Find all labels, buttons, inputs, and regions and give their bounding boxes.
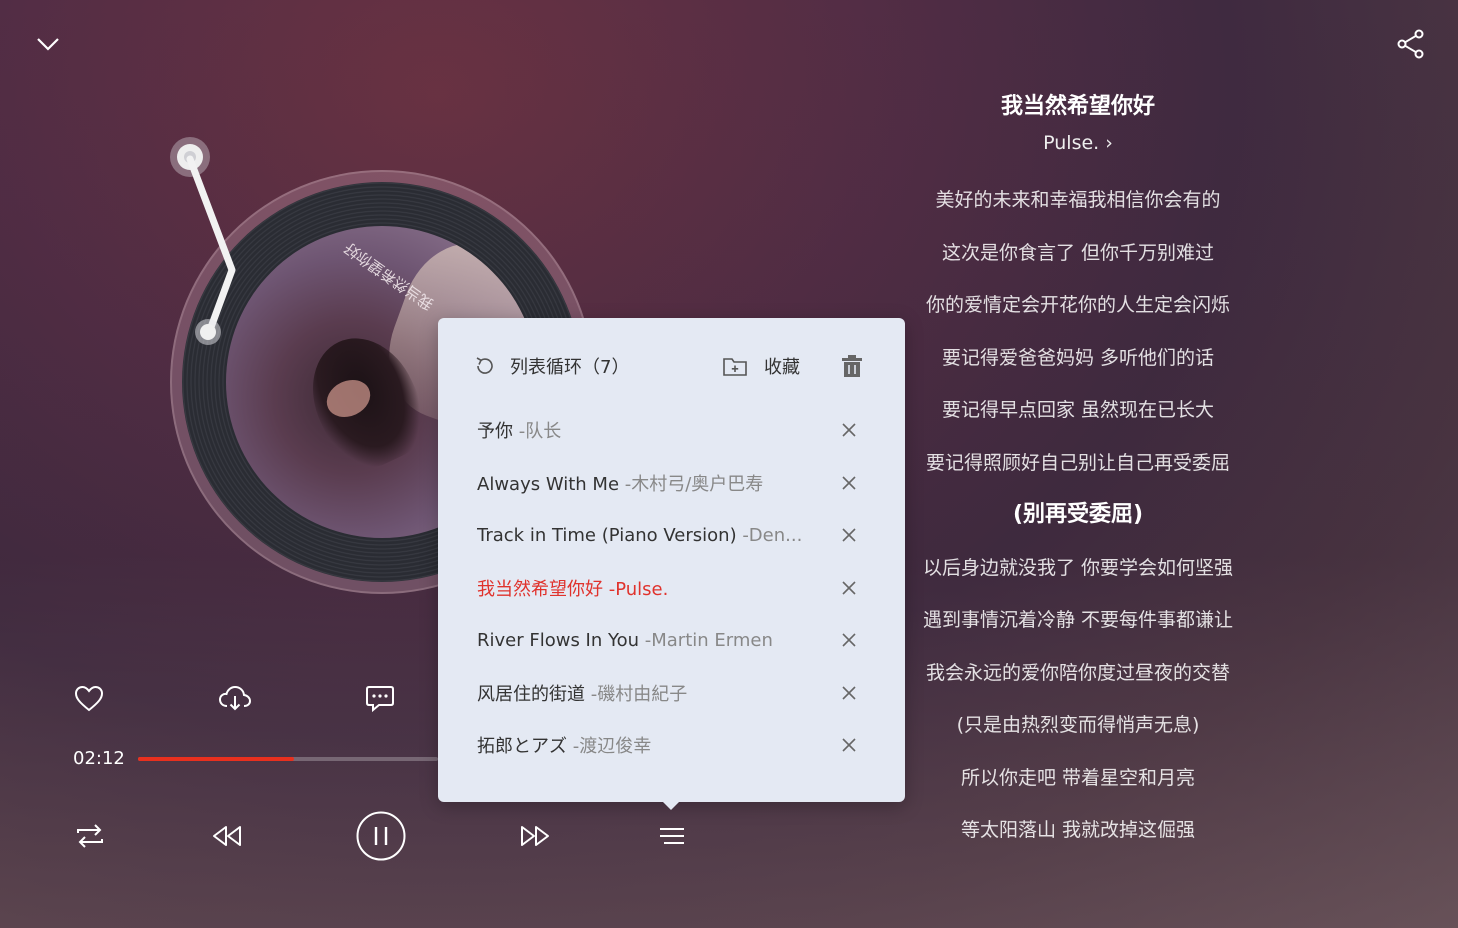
lyric-line: 要记得照顾好自己别让自己再受委屈: [925, 451, 1230, 474]
track-label: Always With Me -木村弓/奥户巴寿: [477, 470, 763, 496]
track-artist: -木村弓/奥户巴寿: [619, 473, 764, 495]
playlist-track-current[interactable]: 我当然希望你好 -Pulse.: [438, 562, 905, 615]
repeat-icon[interactable]: [72, 818, 108, 854]
share-icon[interactable]: [1392, 26, 1430, 62]
lyric-line: (只是由热烈变而得悄声无息): [956, 714, 1200, 736]
track-artist: -磯村由紀子: [585, 683, 688, 705]
track-artist: -Martin Ermen: [639, 629, 773, 651]
track-label: 风居住的街道 -磯村由紀子: [477, 680, 687, 706]
track-title: Always With Me: [477, 473, 620, 495]
lyric-line: 遇到事情沉着冷静 不要每件事都谦让: [922, 609, 1234, 631]
lyric-line: 这次是你食言了 但你千万别难过: [941, 241, 1215, 264]
track-title: 拓郎とアズ: [477, 736, 567, 758]
track-artist: -渡辺俊幸: [567, 736, 652, 758]
loop-icon: [476, 357, 493, 374]
playlist-track[interactable]: 拓郎とアズ -渡辺俊幸: [438, 719, 905, 772]
collect-label: 收藏: [764, 357, 800, 378]
trash-icon[interactable]: [840, 354, 864, 382]
track-title: 风居住的街道: [477, 683, 585, 705]
lyric-line: 要记得爱爸爸妈妈 多听他们的话: [941, 346, 1215, 369]
close-icon[interactable]: [841, 580, 857, 600]
close-icon[interactable]: [841, 737, 857, 757]
track-artist: -队长: [513, 421, 562, 443]
lyric-line: 美好的未来和幸福我相信你会有的: [935, 189, 1221, 211]
track-title: River Flows In You: [477, 629, 640, 651]
tonearm: [170, 137, 236, 345]
song-artist-link[interactable]: Pulse. ›: [898, 126, 1258, 160]
lyrics-panel: 我当然希望你好 Pulse. › 美好的未来和幸福我相信你会有的 这次是你食言了 …: [898, 88, 1258, 857]
lyric-line: 你的爱情定会开花你的人生定会闪烁: [925, 294, 1230, 316]
track-label: River Flows In You -Martin Ermen: [477, 630, 773, 651]
playlist-track[interactable]: 风居住的街道 -磯村由紀子: [438, 667, 905, 720]
comment-icon[interactable]: [362, 682, 398, 716]
pause-icon[interactable]: [355, 810, 407, 862]
folder-add-icon: [723, 358, 747, 376]
collect-button[interactable]: 收藏: [722, 346, 800, 386]
heart-icon[interactable]: [72, 682, 106, 716]
progress-fill: [138, 757, 294, 761]
lyric-line: 以后身边就没我了 你要学会如何坚强: [922, 556, 1234, 579]
current-time: 02:12: [73, 748, 125, 769]
play-mode-label: 列表循环（7）: [510, 357, 630, 378]
playlist-popup: 列表循环（7） 收藏 予你 -队长 Always With Me -木村弓/奥户巴…: [438, 318, 905, 810]
playlist-track[interactable]: Track in Time (Piano Version) -Den...: [438, 509, 905, 562]
fast-forward-icon[interactable]: [516, 818, 554, 854]
progress-bar[interactable]: [138, 757, 438, 761]
track-artist: -Den...: [736, 524, 803, 546]
track-title: Track in Time (Piano Version): [477, 524, 737, 546]
playlist-track[interactable]: Always With Me -木村弓/奥户巴寿: [438, 457, 905, 510]
close-icon[interactable]: [841, 632, 857, 652]
song-title: 我当然希望你好: [1000, 94, 1155, 119]
close-icon[interactable]: [841, 475, 857, 495]
track-artist: -Pulse.: [603, 578, 669, 600]
chevron-down-icon[interactable]: [30, 26, 66, 62]
rewind-icon[interactable]: [208, 818, 246, 854]
lyric-line: 要记得早点回家 虽然现在已长大: [941, 399, 1215, 421]
play-mode-toggle[interactable]: 列表循环（7）: [474, 346, 629, 386]
playlist-track[interactable]: River Flows In You -Martin Ermen: [438, 614, 905, 667]
lyric-line: 所以你走吧 带着星空和月亮: [960, 766, 1196, 789]
playlist-header: 列表循环（7） 收藏: [438, 346, 905, 386]
lyric-line-active: (别再受委屈): [1012, 502, 1144, 527]
close-icon[interactable]: [841, 422, 857, 442]
track-label: 我当然希望你好 -Pulse.: [477, 575, 668, 601]
track-label: 予你 -队长: [477, 417, 561, 443]
track-label: Track in Time (Piano Version) -Den...: [477, 525, 802, 546]
lyric-line: 等太阳落山 我就改掉这倔强: [960, 819, 1196, 841]
popup-pointer: [663, 802, 679, 810]
cloud-download-icon[interactable]: [216, 682, 254, 716]
track-title: 我当然希望你好: [477, 578, 603, 600]
lyric-line: 我会永远的爱你陪你度过昼夜的交替: [925, 661, 1230, 684]
track-label: 拓郎とアズ -渡辺俊幸: [477, 732, 651, 758]
playlist-tracks: 予你 -队长 Always With Me -木村弓/奥户巴寿 Track in T…: [438, 404, 905, 772]
track-title: 予你: [477, 421, 513, 443]
close-icon[interactable]: [841, 527, 857, 547]
playlist-track[interactable]: 予你 -队长: [438, 404, 905, 457]
playlist-icon[interactable]: [655, 818, 689, 854]
lyrics-list: 美好的未来和幸福我相信你会有的 这次是你食言了 但你千万别难过 你的爱情定会开花你的…: [898, 174, 1258, 857]
close-icon[interactable]: [841, 685, 857, 705]
